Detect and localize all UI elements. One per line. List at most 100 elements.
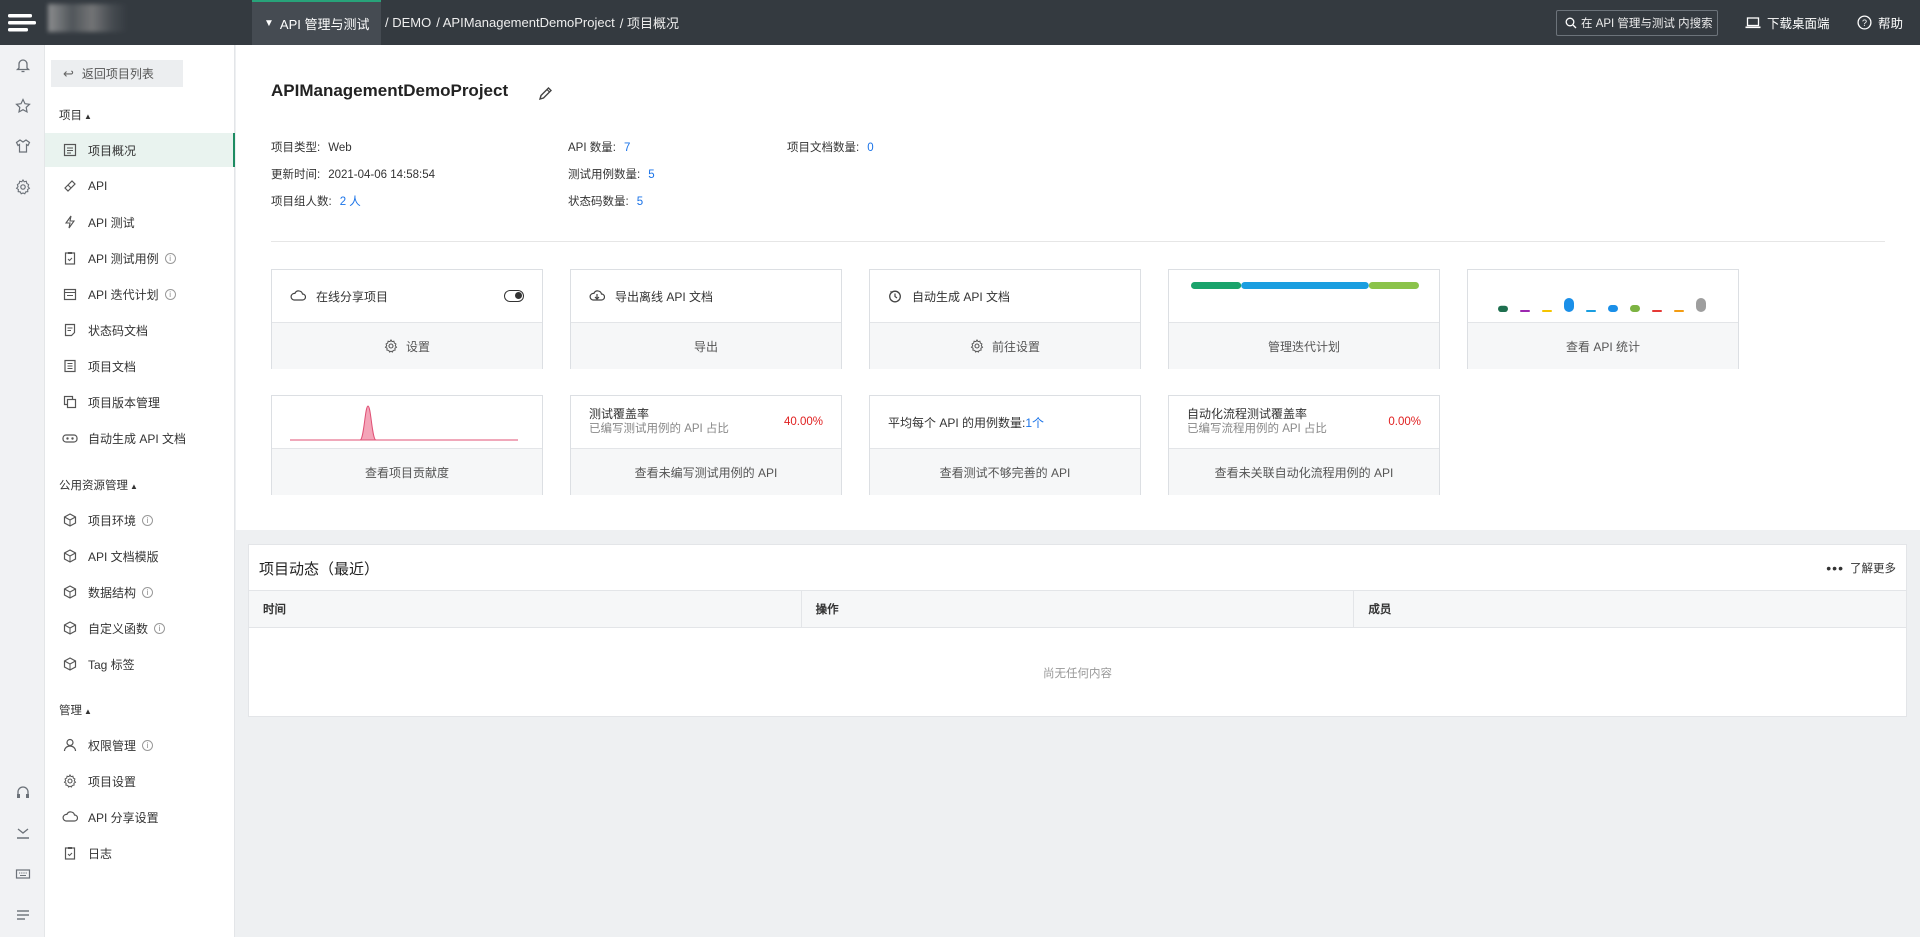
testcase-count-link[interactable]: 5 [648,169,654,181]
breadcrumb-page: / 项目概况 [619,16,679,31]
help-link[interactable]: ? 帮助 [1857,0,1903,45]
stats-bar-1 [1498,305,1508,312]
keyboard-icon[interactable] [13,864,32,883]
sidebar-item-project-docs[interactable]: 项目文档 [45,349,235,383]
members-link[interactable]: 2 人 [340,196,361,208]
button-label: 查看项目贡献度 [364,465,449,480]
view-contribution-button[interactable]: 查看项目贡献度 [272,448,542,495]
shirt-icon[interactable] [13,136,32,155]
activity-title: 项目动态（最近） [259,561,380,578]
sidebar-item-status-codes[interactable]: 状态码文档 [45,313,235,347]
info-icon[interactable]: i [164,252,176,264]
card-header [1169,270,1439,322]
breadcrumb: / DEMO / APIManagementDemoProject / 项目概况 [385,0,684,45]
module-label: API 管理与测试 [279,17,370,32]
back-to-projects-button[interactable]: ↩ 返回项目列表 [51,60,183,87]
menu-icon[interactable] [13,905,32,924]
card-header: 测试覆盖率 已编写测试用例的 API 占比 40.00% [571,396,841,448]
sidebar-item-data-structures[interactable]: 数据结构 i [45,575,235,609]
search-input[interactable]: 在 API 管理与测试 内搜索 [1556,10,1718,36]
docs-count-link[interactable]: 0 [867,142,873,154]
stats-bar-9 [1674,310,1684,312]
go-settings-button[interactable]: 前往设置 [870,322,1140,369]
sidebar-item-autogen-docs[interactable]: 自动生成 API 文档 [45,421,235,455]
api-count-link[interactable]: 7 [624,142,630,154]
sidebar-item-custom-functions[interactable]: 自定义函数 i [45,611,235,645]
info-icon[interactable]: i [142,586,154,598]
meta-label: 更新时间: [271,169,321,181]
sidebar-item-label: 项目设置 [88,774,137,789]
card-export-docs: 导出离线 API 文档 导出 [570,269,842,369]
sidebar-item-label: API 文档模版 [88,549,159,564]
learn-more-link[interactable]: ••• 了解更多 [1826,560,1896,576]
view-incomplete-tests-button[interactable]: 查看测试不够完善的 API [870,448,1140,495]
manage-iteration-button[interactable]: 管理迭代计划 [1169,322,1439,369]
sidebar-item-api-testcase[interactable]: API 测试用例 i [45,241,235,275]
star-icon[interactable] [13,96,32,115]
coverage-percent: 40.00% [783,416,823,428]
log-icon [62,845,78,861]
section-shared-resources[interactable]: 公用资源管理 ▲ [59,477,138,493]
sidebar-item-label: API 测试用例 [88,251,159,266]
meta-label: 项目组人数: [271,196,332,208]
sidebar-item-api-test[interactable]: API 测试 [45,205,235,239]
meta-api-count: API 数量: 7 [568,139,630,155]
section-management[interactable]: 管理 ▲ [59,702,92,718]
view-api-stats-button[interactable]: 查看 API 统计 [1468,322,1738,369]
edit-pencil-icon[interactable] [538,86,553,104]
sidebar-item-api-iteration[interactable]: API 迭代计划 i [45,277,235,311]
sidebar-item-permissions[interactable]: 权限管理 i [45,728,235,762]
button-label: 查看未关联自动化流程用例的 API [1214,465,1394,480]
card-online-share: 在线分享项目 设置 [271,269,543,369]
section-title-project: 项目 [59,110,82,122]
column-header-time: 时间 [249,591,802,627]
meta-label: 测试用例数量: [568,169,641,181]
card-header: 自动生成 API 文档 [870,270,1140,322]
sidebar-item-tags[interactable]: Tag 标签 [45,647,235,681]
stats-bar-2 [1520,310,1530,312]
section-project[interactable]: 项目 ▲ [59,107,92,123]
stats-bar-8 [1652,310,1662,312]
sidebar-item-label: 项目概况 [88,143,137,158]
sidebar-item-versions[interactable]: 项目版本管理 [45,385,235,419]
download-tray-icon[interactable] [13,823,32,842]
sparkline-peak [359,405,377,441]
clipboard-icon [62,250,78,266]
user-icon [62,737,78,753]
info-icon[interactable]: i [154,622,166,634]
sidebar-item-logs[interactable]: 日志 [45,836,235,870]
meta-docs-count: 项目文档数量: 0 [787,139,874,155]
copy-icon [62,394,78,410]
download-desktop-link[interactable]: 下载桌面端 [1745,0,1830,45]
view-unlinked-flow-apis-button[interactable]: 查看未关联自动化流程用例的 API [1169,448,1439,495]
sidebar-item-api-share-settings[interactable]: API 分享设置 [45,800,235,834]
sidebar-item-label: Tag 标签 [88,657,135,672]
stats-bar-4 [1564,298,1574,312]
share-settings-button[interactable]: 设置 [272,322,542,369]
export-button[interactable]: 导出 [571,322,841,369]
breadcrumb-project[interactable]: / APIManagementDemoProject [436,15,614,30]
gear-icon[interactable] [13,177,32,196]
module-switcher[interactable]: ▼ API 管理与测试 [252,0,381,45]
app-logo-icon[interactable] [6,8,38,38]
breadcrumb-workspace[interactable]: / DEMO [385,15,431,30]
sidebar-item-api[interactable]: API [45,169,235,203]
button-label: 查看未编写测试用例的 API [634,465,778,480]
gear-icon [970,339,984,353]
sidebar-item-doc-templates[interactable]: API 文档模版 [45,539,235,573]
view-untested-apis-button[interactable]: 查看未编写测试用例的 API [571,448,841,495]
sidebar-item-project-settings[interactable]: 项目设置 [45,764,235,798]
sidebar-item-environments[interactable]: 项目环境 i [45,503,235,537]
statuscode-count-link[interactable]: 5 [637,196,643,208]
card-header: 导出离线 API 文档 [571,270,841,322]
button-label: 管理迭代计划 [1267,339,1340,354]
headset-icon[interactable] [13,782,32,801]
info-icon[interactable]: i [142,739,154,751]
sidebar-item-overview[interactable]: 项目概况 [45,133,235,167]
share-toggle[interactable] [504,290,524,302]
iteration-segment-3 [1368,282,1419,289]
info-icon[interactable]: i [164,288,176,300]
bell-icon[interactable] [13,55,32,74]
info-icon[interactable]: i [142,514,154,526]
cloud-download-icon [589,289,605,303]
